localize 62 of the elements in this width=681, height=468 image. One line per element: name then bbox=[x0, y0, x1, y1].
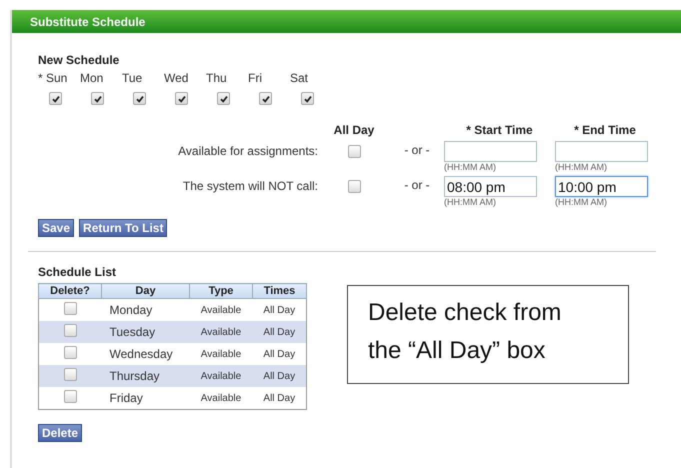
day-label: Wed bbox=[164, 71, 188, 85]
column-heading: * Start Time bbox=[466, 123, 533, 137]
table-cell: Tuesday bbox=[102, 321, 190, 343]
day-label: Mon bbox=[80, 71, 104, 85]
section-heading: New Schedule bbox=[38, 53, 120, 67]
delete-button[interactable]: Delete bbox=[38, 424, 82, 442]
day-label: Thu bbox=[206, 71, 227, 85]
day-label: * Sun bbox=[38, 71, 68, 85]
column-header: Delete? bbox=[38, 284, 102, 298]
section-heading: Schedule List bbox=[38, 265, 118, 279]
table-cell: Thursday bbox=[102, 365, 190, 387]
day-checkbox[interactable] bbox=[217, 92, 230, 105]
day-label: Fri bbox=[248, 71, 262, 85]
table-cell: All Day bbox=[252, 387, 306, 410]
table-cell: All Day bbox=[252, 321, 306, 343]
table-cell: Available bbox=[190, 321, 252, 343]
start-time-field[interactable] bbox=[444, 141, 537, 162]
delete-checkbox[interactable] bbox=[64, 390, 77, 403]
day-label: Tue bbox=[122, 71, 142, 85]
action-button[interactable]: Return To List bbox=[79, 219, 168, 237]
format-hint: (HH:MM AM) bbox=[444, 197, 497, 207]
table-cell: Available bbox=[190, 387, 252, 410]
or-separator: - or - bbox=[404, 143, 430, 157]
format-hint: (HH:MM AM) bbox=[444, 162, 497, 172]
table-cell: All Day bbox=[252, 343, 306, 365]
delete-checkbox[interactable] bbox=[64, 324, 77, 337]
format-hint: (HH:MM AM) bbox=[555, 162, 608, 172]
day-checkbox[interactable] bbox=[49, 92, 62, 105]
annotation-note: Delete check from the “All Day” box bbox=[347, 285, 629, 384]
day-label: Sat bbox=[290, 71, 308, 85]
day-checkbox[interactable] bbox=[301, 92, 314, 105]
start-time-field[interactable]: 08:00 pm bbox=[444, 176, 537, 197]
table-cell: All Day bbox=[252, 298, 306, 321]
row-label: The system will NOT call: bbox=[182, 179, 318, 193]
table-cell: Available bbox=[190, 298, 252, 321]
panel-title: Substitute Schedule bbox=[30, 14, 146, 28]
end-time-field[interactable] bbox=[555, 141, 648, 162]
or-separator: - or - bbox=[404, 178, 430, 192]
column-heading: All Day bbox=[334, 123, 374, 137]
table-cell: Wednesday bbox=[102, 343, 190, 365]
column-heading: * End Time bbox=[574, 123, 636, 137]
day-checkbox[interactable] bbox=[259, 92, 272, 105]
all-day-checkbox[interactable] bbox=[348, 180, 360, 193]
table-cell: Monday bbox=[102, 298, 190, 321]
row-label: Available for assignments: bbox=[178, 144, 318, 158]
table-cell: Available bbox=[190, 365, 252, 387]
table-cell: All Day bbox=[252, 365, 306, 387]
day-checkbox[interactable] bbox=[133, 92, 146, 105]
column-header: Times bbox=[252, 284, 306, 298]
day-checkbox[interactable] bbox=[91, 92, 104, 105]
delete-checkbox[interactable] bbox=[64, 302, 77, 315]
day-checkbox[interactable] bbox=[175, 92, 188, 105]
end-time-field[interactable]: 10:00 pm bbox=[555, 176, 648, 197]
format-hint: (HH:MM AM) bbox=[555, 197, 608, 207]
table-cell: Available bbox=[190, 343, 252, 365]
delete-checkbox[interactable] bbox=[64, 368, 77, 381]
action-button[interactable]: Save bbox=[38, 219, 74, 237]
column-header: Type bbox=[190, 284, 252, 298]
delete-checkbox[interactable] bbox=[64, 346, 77, 359]
all-day-checkbox[interactable] bbox=[348, 145, 360, 158]
column-header: Day bbox=[102, 284, 190, 298]
table-cell: Friday bbox=[102, 387, 190, 410]
